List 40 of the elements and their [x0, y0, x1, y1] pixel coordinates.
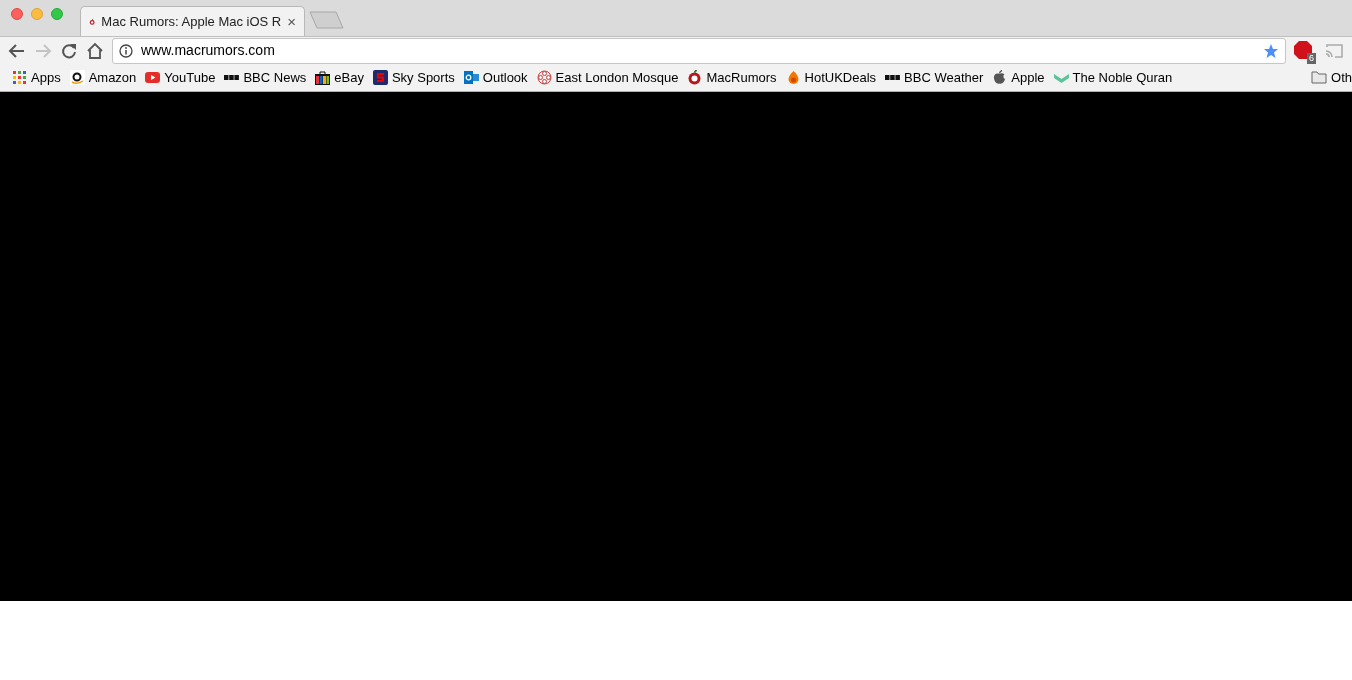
bookmark-link[interactable]: HotUKDeals: [785, 67, 877, 88]
minimize-window-button[interactable]: [31, 8, 43, 20]
forward-arrow-icon[interactable]: [34, 41, 52, 60]
back-arrow-icon[interactable]: [8, 41, 26, 60]
maximize-window-button[interactable]: [51, 8, 63, 20]
bookmark-link[interactable]: East London Mosque: [536, 67, 679, 88]
bookmark-link[interactable]: BBC News: [224, 67, 307, 88]
grid-icon: [12, 70, 27, 85]
info-icon[interactable]: [119, 43, 133, 58]
tab-title: Mac Rumors: Apple Mac iOS R: [101, 12, 282, 31]
reload-icon[interactable]: [60, 41, 78, 60]
bookmark-link[interactable]: MacRumors: [687, 67, 777, 88]
close-tab-button[interactable]: ×: [287, 14, 296, 29]
bookmark-link[interactable]: Sky Sports: [372, 67, 455, 88]
address-bar[interactable]: www.macrumors.com: [112, 37, 1286, 64]
bookmark-link[interactable]: Apps: [12, 67, 61, 88]
apple-logo-icon: [687, 70, 703, 85]
new-tab-button[interactable]: [309, 10, 345, 30]
apple-icon: [992, 70, 1008, 85]
bookmark-link[interactable]: Amazon: [69, 67, 137, 88]
folder-icon: [1311, 71, 1328, 84]
count-badge: 6: [1307, 52, 1316, 64]
envelope-icon: [463, 70, 479, 85]
bookmark-link[interactable]: YouTube: [145, 67, 216, 88]
cast-icon[interactable]: [1324, 42, 1344, 59]
bookmark-link[interactable]: BBC Weather: [885, 67, 984, 88]
shopping-bag-icon: [315, 70, 331, 85]
flower-icon: [536, 70, 552, 85]
bookmark-link[interactable]: eBay: [315, 67, 364, 88]
bookmark-link[interactable]: Outlook: [463, 67, 528, 88]
bookmark-link[interactable]: The Noble Quran: [1053, 67, 1173, 88]
bookmark-star-icon[interactable]: [1263, 42, 1279, 59]
url-text: www.macrumors.com: [141, 41, 275, 60]
other-bookmarks-link[interactable]: Oth: [1331, 67, 1352, 88]
shield-s-icon: [372, 70, 388, 85]
browser-tab[interactable]: Mac Rumors: Apple Mac iOS R ×: [80, 6, 305, 36]
close-window-button[interactable]: [11, 8, 23, 20]
bookmark-link[interactable]: Apple: [992, 67, 1045, 88]
home-icon[interactable]: [86, 41, 104, 60]
play-icon: [145, 70, 161, 85]
